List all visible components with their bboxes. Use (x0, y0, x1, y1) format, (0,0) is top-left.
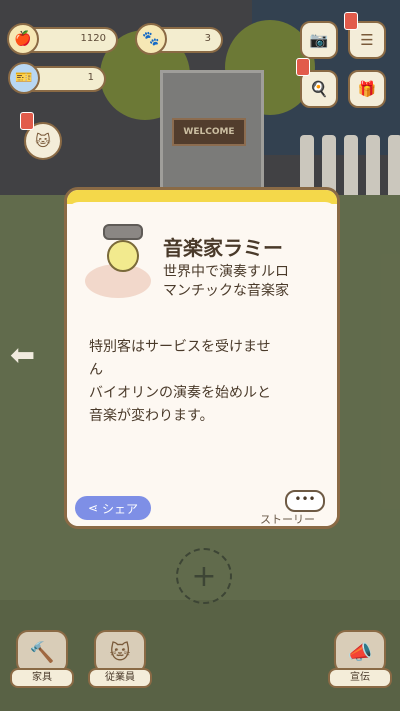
furniture-label: 家具 (10, 668, 74, 688)
details-line: 音楽が変わります。 (89, 408, 214, 424)
coin-value: 1120 (80, 33, 106, 44)
paw-icon: 🐾 (135, 23, 167, 55)
character-name: 音楽家ラミー (163, 236, 283, 260)
details-line: ん (89, 362, 103, 378)
card-body: 音楽家ラミー 世界中で演奏すルロ マンチックな音楽家 特別客はサービスを受けませ… (67, 202, 337, 526)
notification-badge (344, 12, 358, 30)
details-line: 特別客はサービスを受けませ (89, 339, 271, 355)
share-label: シェア (102, 501, 139, 516)
customer-info-card: 音楽家ラミー 世界中で演奏すルロ マンチックな音楽家 特別客はサービスを受けませ… (64, 187, 340, 529)
story-button[interactable]: ••• (285, 490, 325, 512)
gift-button[interactable]: 🎁 (348, 70, 386, 108)
staff-label: 従業員 (88, 668, 152, 688)
description-line: 世界中で演奏すルロ (163, 264, 289, 280)
promo-label: 宣伝 (328, 668, 392, 688)
details-line: バイオリンの演奏を始めルと (89, 385, 271, 401)
notification-badge (20, 112, 34, 130)
notification-badge (296, 58, 310, 76)
ticket-value: 1 (87, 72, 94, 83)
ticket-icon: 🎫 (8, 62, 40, 94)
apple-icon: 🍎 (7, 23, 39, 55)
furniture-button[interactable]: 🔨 家具 (10, 630, 74, 688)
character-description: 世界中で演奏すルロ マンチックな音楽家 (163, 263, 323, 301)
promo-button[interactable]: 📣 宣伝 (328, 630, 392, 688)
share-icon: ⋖ (87, 501, 99, 515)
paw-value: 3 (204, 33, 211, 44)
musician-character-icon (107, 240, 139, 272)
arrow-left-icon[interactable]: ⬅ (10, 338, 35, 373)
top-hat-icon (103, 224, 143, 240)
staff-button[interactable]: 🐱 従業員 (88, 630, 152, 688)
description-line: マンチックな音楽家 (163, 283, 289, 299)
add-furniture-slot[interactable]: + (176, 548, 232, 604)
camera-button[interactable]: 📷 (300, 21, 338, 59)
character-details: 特別客はサービスを受けませ ん バイオリンの演奏を始めルと 音楽が変わります。 (89, 336, 319, 428)
story-label: ストーリー (260, 513, 315, 526)
share-button[interactable]: ⋖ シェア (75, 496, 151, 520)
